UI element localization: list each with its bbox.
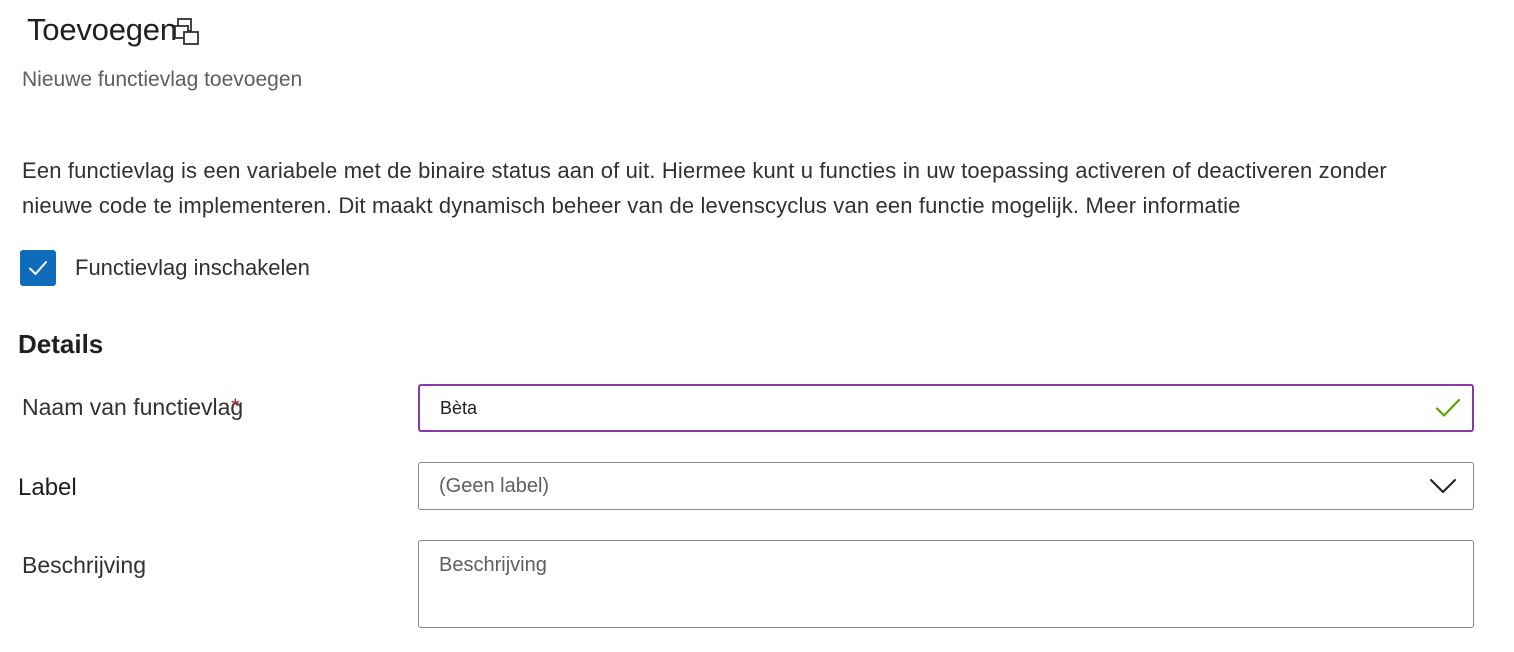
page-subtitle: Nieuwe functievlag toevoegen	[22, 68, 303, 91]
feature-flag-name-input[interactable]: Bèta	[418, 384, 1474, 432]
page-title: Toevoegen	[27, 12, 177, 47]
chevron-down-icon[interactable]	[1429, 476, 1457, 496]
checkbox-box[interactable]	[20, 250, 56, 286]
checkmark-icon	[29, 261, 47, 275]
name-input-value[interactable]: Bèta	[440, 398, 1434, 419]
intro-description: Een functievlag is een variabele met de …	[22, 153, 1462, 223]
label-dropdown-value[interactable]: (Geen label)	[439, 475, 1429, 498]
checkbox-label: Functievlag inschakelen	[75, 255, 310, 280]
description-textarea[interactable]: Beschrijving	[418, 540, 1474, 628]
description-field-label: Beschrijving	[22, 552, 146, 578]
checkmark-icon	[1435, 398, 1461, 417]
name-field-label: Naam van functievlag	[22, 394, 244, 420]
enable-feature-flag-checkbox[interactable]: Functievlag inschakelen	[20, 250, 310, 286]
page-header: Toevoegen	[27, 10, 203, 50]
details-section-title: Details	[18, 329, 104, 359]
learn-more-link[interactable]: Meer informatie	[1085, 193, 1240, 218]
description-placeholder: Beschrijving	[439, 554, 547, 576]
label-dropdown[interactable]: (Geen label)	[418, 462, 1474, 510]
copy-icon[interactable]	[173, 17, 203, 47]
label-field-label: Label	[18, 474, 77, 501]
required-marker: *	[231, 394, 240, 419]
